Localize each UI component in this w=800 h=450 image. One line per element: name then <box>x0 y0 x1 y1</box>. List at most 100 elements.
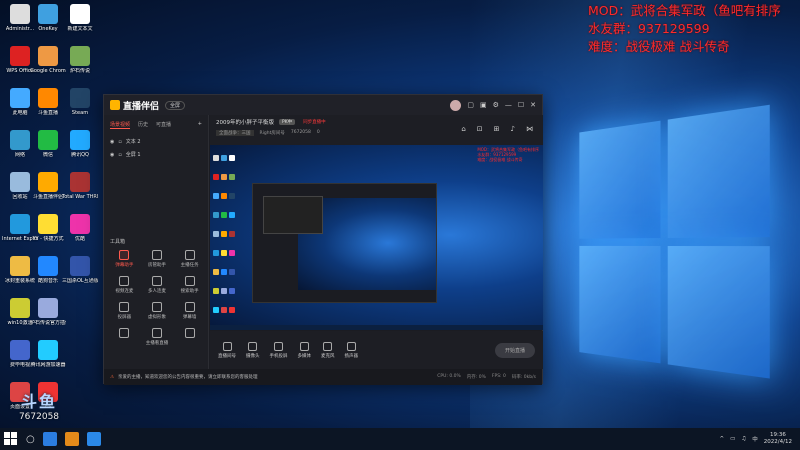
desktop-icon[interactable]: 三国杀OL互通版 <box>62 256 98 284</box>
preview-icon <box>229 250 235 256</box>
clock[interactable]: 19:36 2022/4/12 <box>764 432 792 446</box>
tool-item[interactable] <box>173 328 206 346</box>
preview-icon <box>229 155 235 161</box>
tool-item[interactable]: 投屏器 <box>108 302 141 320</box>
bottom-tool[interactable]: 扬声器 <box>345 341 358 359</box>
maximize-icon[interactable]: ☐ <box>518 101 524 109</box>
start-icon[interactable] <box>4 432 18 446</box>
version-badge[interactable]: 全屏 <box>165 100 186 110</box>
share-screen-icon[interactable]: ⊞ <box>494 125 500 133</box>
bottom-tool[interactable]: 手机投屏 <box>270 341 288 359</box>
desktop-icon[interactable]: 酷狗音乐 <box>30 256 66 284</box>
preview-overlay: MOD：武将合集军政（鱼吧有排序 水友群：937129599 难度：战役极难 战… <box>477 147 539 162</box>
category[interactable]: 全面战争：三国 <box>216 130 254 136</box>
bell-icon[interactable]: ♪ <box>511 125 515 133</box>
eye-icon[interactable]: ◉ <box>110 152 114 158</box>
windows-logo <box>579 104 772 385</box>
preview-icon <box>213 174 219 180</box>
tool-icon <box>119 276 130 286</box>
desktop-icon[interactable]: 优酷 <box>62 214 98 242</box>
desktop-icon-label: 炉石传说官方插件 <box>30 320 66 326</box>
close-icon[interactable]: ✕ <box>530 101 536 109</box>
app-icon <box>10 172 30 192</box>
tool-item[interactable] <box>108 328 141 346</box>
lock-icon[interactable]: ▫ <box>118 139 121 145</box>
desktop-icon[interactable]: 炉石传说官方插件 <box>30 298 66 326</box>
tool-item[interactable]: 房管助手 <box>141 250 174 268</box>
lock-icon[interactable]: ▫ <box>118 152 121 158</box>
avatar[interactable] <box>450 99 462 111</box>
bottom-tool[interactable]: 麦克风 <box>321 341 335 359</box>
mem-stat: 内存: 0% <box>466 375 486 380</box>
status-notice[interactable]: 亲爱的主播，知道欢迎您的公告内容很重要，请立即联系您的客服处理 <box>118 374 258 380</box>
ime-icon[interactable]: 中 <box>752 435 758 443</box>
tool-icon <box>119 302 130 312</box>
taskbar-app-douyu-icon[interactable] <box>64 432 79 446</box>
stream-header: 2009年的小胖子平衡版 PK中 同步直播中 全面战争：三国 Right房间号 … <box>210 115 543 145</box>
tool-icon <box>151 328 162 338</box>
desktop-icon[interactable]: 斗鱼直播 <box>30 88 66 116</box>
tab-scenes[interactable]: 场景视频 <box>110 121 131 129</box>
tool-label: 弹幕墙 <box>182 315 197 320</box>
tool-label: 主播任务 <box>180 263 199 268</box>
eye-icon[interactable]: ◉ <box>110 139 114 145</box>
desktop-icon[interactable]: OneKey <box>30 4 66 32</box>
bottom-tool[interactable]: 直播间号 <box>218 341 236 359</box>
douyu-streamer-window: 直播伴侣 全屏 ▢ ▣ ⚙ — ☐ ✕ 场景视频 历史 可直播 + ◉ ▫ 文本… <box>103 94 543 385</box>
overlay-difficulty: 难度：战役极难 战斗传奇 <box>588 39 730 54</box>
perf-stats: CPU: 0.0% 内存: 0% FPS: 0 码率: 0kb/s <box>437 374 536 380</box>
scene-item-text[interactable]: ◉ ▫ 文本 2 <box>104 135 208 148</box>
scene-item-fullscreen[interactable]: ◉ ▫ 全屏 1 <box>104 148 208 161</box>
scene-label: 全屏 1 <box>125 152 141 158</box>
sync-tag: 同步直播中 <box>303 120 326 125</box>
tray-expand-icon[interactable]: ^ <box>720 436 725 442</box>
tool-item[interactable]: 主播看直播 <box>141 328 174 346</box>
preview-icon <box>213 212 219 218</box>
stream-preview[interactable]: MOD：武将合集军政（鱼吧有排序 水友群：937129599 难度：战役极难 战… <box>210 145 543 330</box>
tool-item[interactable]: 多人连麦 <box>141 276 174 294</box>
tab-live[interactable]: 可直播 <box>156 121 171 129</box>
preview-icon <box>229 193 235 199</box>
share-icon[interactable]: ⋈ <box>526 125 533 133</box>
network-icon[interactable]: ▭ <box>730 436 735 442</box>
taskbar-app-ie-icon[interactable] <box>42 432 57 446</box>
tool-item[interactable]: 主播任务 <box>173 250 206 268</box>
volume-icon[interactable]: ♫ <box>741 436 746 442</box>
tool-item[interactable]: 弹幕墙 <box>173 302 206 320</box>
preview-icon <box>213 250 219 256</box>
desktop-icon[interactable]: 微信 <box>30 130 66 158</box>
desktop-icon[interactable]: Total War THREE KI... <box>62 172 98 200</box>
desktop-icon[interactable]: YY - 快捷方式 <box>30 214 66 242</box>
tab-history[interactable]: 历史 <box>138 121 148 129</box>
desktop-icon[interactable]: 新建文本文 <box>62 4 98 32</box>
preview-icon <box>229 174 235 180</box>
tool-item[interactable]: 搜索助手 <box>173 276 206 294</box>
settings-icon[interactable]: ⚙ <box>493 101 499 109</box>
stream-title[interactable]: 2009年的小胖子平衡版 <box>216 118 274 126</box>
tool-label: 虚拟形象 <box>147 315 166 320</box>
bottom-tool[interactable]: 摄像头 <box>246 341 260 359</box>
tool-label: 搜索助手 <box>180 289 199 294</box>
tool-item[interactable]: 视频连麦 <box>108 276 141 294</box>
desktop-icon[interactable]: 腾讯网游加速器 <box>30 340 66 368</box>
desktop-icon-label: 酷狗音乐 <box>37 278 58 284</box>
desktop-icon[interactable]: Steam <box>62 88 98 116</box>
desktop-icon[interactable]: 炉石传说 <box>62 46 98 74</box>
start-live-button[interactable]: 开始直播 <box>494 342 535 358</box>
tool-item[interactable]: 弹幕助手 <box>108 250 141 268</box>
desktop-icon[interactable]: 腾讯QQ <box>62 130 98 158</box>
minimize-icon[interactable]: — <box>505 101 512 109</box>
desktop-icon[interactable]: 斗鱼直播伴侣 <box>30 172 66 200</box>
desktop-icon[interactable]: Google Chrome <box>30 46 66 74</box>
shop-icon[interactable]: ⌂ <box>461 125 465 133</box>
lock-icon[interactable]: ⊡ <box>477 125 483 133</box>
tool-item[interactable]: 虚拟形象 <box>141 302 174 320</box>
add-scene-button[interactable]: + <box>198 121 202 129</box>
preview-icon <box>229 231 235 237</box>
bottom-tool[interactable]: 多媒体 <box>298 341 311 359</box>
taskbar-app-streamer-icon[interactable] <box>86 432 101 446</box>
search-icon[interactable]: ○ <box>26 434 35 445</box>
desktop-icon-label: 微信 <box>42 152 53 158</box>
gift-icon[interactable]: ▣ <box>480 101 487 109</box>
message-icon[interactable]: ▢ <box>467 101 474 109</box>
